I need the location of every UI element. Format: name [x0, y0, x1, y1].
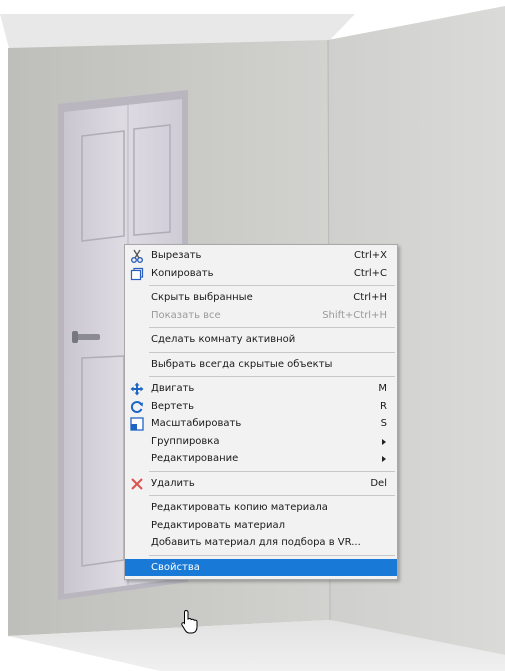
menu-separator — [149, 554, 395, 556]
menu-item-label: Редактировать копию материала — [151, 502, 328, 513]
menu-item-rotate[interactable]: Вертеть R — [125, 398, 397, 416]
menu-item-add-material-vr[interactable]: Добавить материал для подбора в VR... — [125, 534, 397, 552]
scissors-icon — [131, 249, 143, 263]
menu-item-edit-material[interactable]: Редактировать материал — [125, 517, 397, 535]
context-menu: Вырезать Ctrl+X Копировать Ctrl+C Скрыть… — [124, 244, 398, 580]
move-icon — [130, 382, 144, 396]
copy-icon — [130, 267, 144, 280]
menu-item-scale[interactable]: Масштабировать S — [125, 415, 397, 433]
menu-item-shortcut: Ctrl+X — [353, 250, 387, 261]
menu-item-label: Редактирование — [151, 453, 239, 464]
menu-item-shortcut: M — [378, 383, 387, 394]
menu-item-label: Добавить материал для подбора в VR... — [151, 537, 361, 548]
submenu-arrow-icon — [382, 456, 386, 462]
menu-item-edit-material-copy[interactable]: Редактировать копию материала — [125, 499, 397, 517]
menu-item-label: Скрыть выбранные — [151, 292, 253, 303]
menu-item-show-all[interactable]: Показать все Shift+Ctrl+H — [125, 307, 397, 325]
menu-separator — [149, 285, 395, 286]
menu-separator — [149, 327, 395, 328]
menu-item-label: Редактировать материал — [151, 519, 285, 531]
menu-separator — [149, 376, 395, 377]
menu-item-hide-selected[interactable]: Скрыть выбранные Ctrl+H — [125, 289, 397, 307]
delete-icon — [131, 477, 143, 490]
menu-item-label: Показать все — [151, 309, 221, 321]
menu-item-shortcut: Shift+Ctrl+H — [322, 309, 387, 321]
menu-item-move[interactable]: Двигать M — [125, 380, 397, 398]
menu-item-label: Двигать — [151, 383, 195, 394]
menu-item-label: Группировка — [151, 435, 220, 447]
menu-item-label: Сделать комнату активной — [151, 334, 296, 345]
rotate-icon — [131, 400, 143, 413]
menu-item-shortcut: S — [380, 418, 387, 429]
menu-item-select-hidden-objects[interactable]: Выбрать всегда скрытые объекты — [125, 356, 397, 374]
menu-item-shortcut: Ctrl+H — [353, 292, 387, 303]
menu-separator — [149, 495, 395, 496]
menu-item-copy[interactable]: Копировать Ctrl+C — [125, 265, 397, 283]
menu-item-label: Вертеть — [151, 400, 195, 412]
menu-item-label: Вырезать — [151, 250, 202, 261]
mouse-cursor-icon — [181, 609, 198, 634]
menu-item-cut[interactable]: Вырезать Ctrl+X — [125, 247, 397, 265]
menu-item-make-room-active[interactable]: Сделать комнату активной — [125, 331, 397, 349]
menu-item-editing[interactable]: Редактирование — [125, 450, 397, 468]
menu-item-label: Копировать — [151, 267, 214, 279]
menu-item-properties[interactable]: Свойства — [125, 558, 397, 576]
submenu-arrow-icon — [382, 438, 386, 445]
menu-item-label: Выбрать всегда скрытые объекты — [151, 358, 333, 370]
menu-item-shortcut: Ctrl+C — [353, 267, 387, 279]
menu-item-delete[interactable]: Удалить Del — [125, 475, 397, 493]
menu-separator — [149, 351, 395, 353]
menu-separator — [149, 470, 395, 472]
menu-item-label: Масштабировать — [151, 418, 242, 429]
scale-icon — [130, 417, 144, 431]
menu-item-label: Удалить — [151, 477, 195, 489]
menu-item-shortcut: R — [380, 400, 387, 412]
menu-item-grouping[interactable]: Группировка — [125, 433, 397, 451]
menu-item-label: Свойства — [151, 561, 200, 573]
menu-item-shortcut: Del — [370, 477, 387, 489]
